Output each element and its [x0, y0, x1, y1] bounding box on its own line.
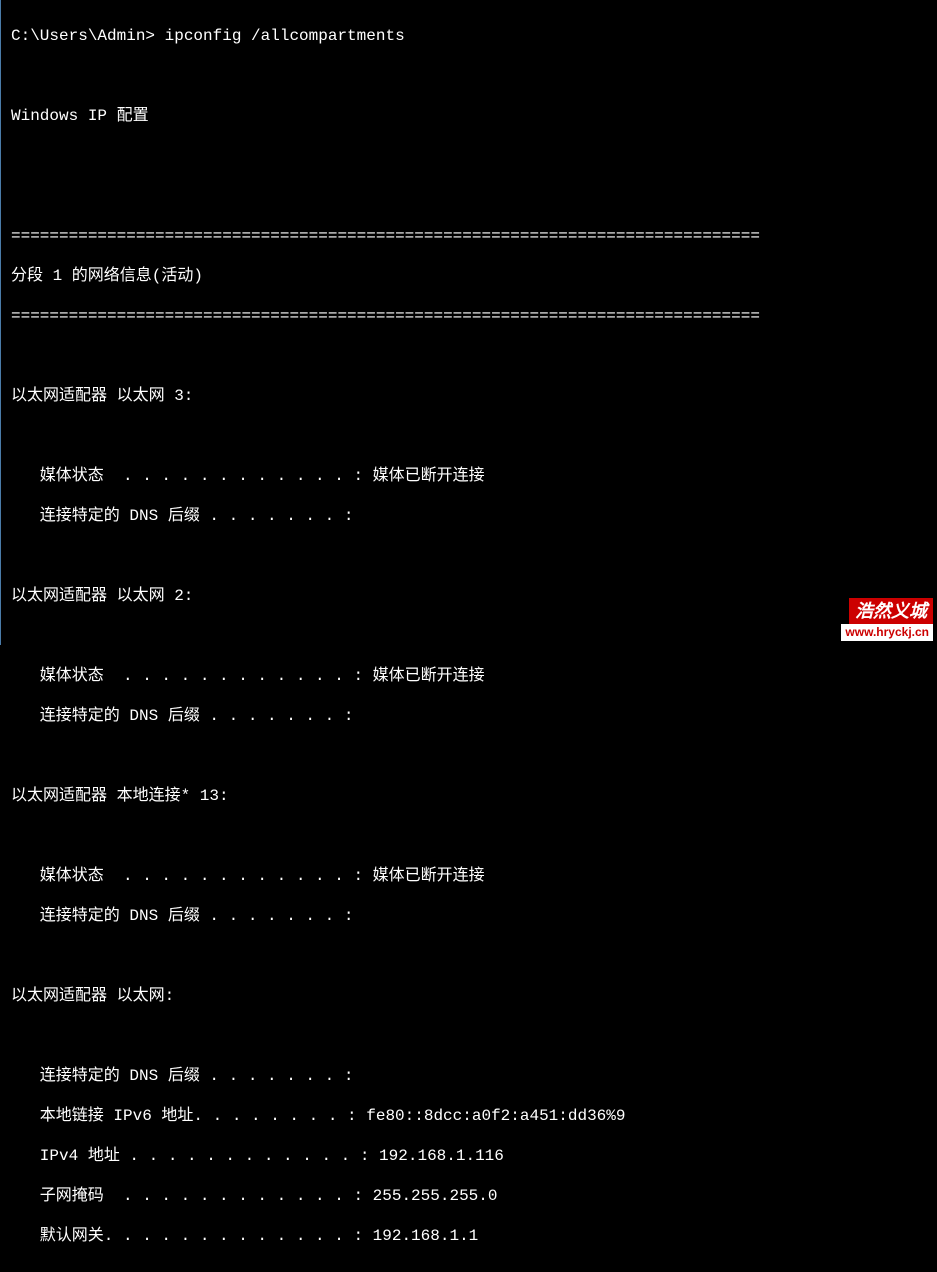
- adapter-property: 媒体状态 . . . . . . . . . . . . : 媒体已断开连接: [11, 666, 927, 686]
- terminal-output[interactable]: C:\Users\Admin> ipconfig /allcompartment…: [1, 0, 937, 1272]
- blank-line: [11, 346, 927, 366]
- blank-line: [11, 1026, 927, 1046]
- adapter-property: 连接特定的 DNS 后缀 . . . . . . . :: [11, 906, 927, 926]
- adapter-property: 连接特定的 DNS 后缀 . . . . . . . :: [11, 706, 927, 726]
- divider-line: ========================================…: [11, 226, 927, 246]
- watermark-url: www.hryckj.cn: [841, 624, 933, 641]
- blank-line: [11, 186, 927, 206]
- compartment-title: 分段 1 的网络信息(活动): [11, 266, 927, 286]
- blank-line: [11, 746, 927, 766]
- blank-line: [11, 626, 927, 646]
- adapter-property: 本地链接 IPv6 地址. . . . . . . . : fe80::8dcc…: [11, 1106, 927, 1126]
- adapter-title: 以太网适配器 以太网 3:: [11, 386, 927, 406]
- blank-line: [11, 826, 927, 846]
- adapter-property: 默认网关. . . . . . . . . . . . . : 192.168.…: [11, 1226, 927, 1246]
- adapter-property: 媒体状态 . . . . . . . . . . . . : 媒体已断开连接: [11, 866, 927, 886]
- divider-line: ========================================…: [11, 306, 927, 326]
- adapter-property: IPv4 地址 . . . . . . . . . . . . : 192.16…: [11, 1146, 927, 1166]
- blank-line: [11, 146, 927, 166]
- adapter-title: 以太网适配器 以太网 2:: [11, 586, 927, 606]
- blank-line: [11, 426, 927, 446]
- prompt-line: C:\Users\Admin> ipconfig /allcompartment…: [11, 26, 927, 46]
- adapter-property: 子网掩码 . . . . . . . . . . . . : 255.255.2…: [11, 1186, 927, 1206]
- blank-line: [11, 66, 927, 86]
- blank-line: [11, 946, 927, 966]
- adapter-title: 以太网适配器 本地连接* 13:: [11, 786, 927, 806]
- prompt: C:\Users\Admin>: [11, 27, 165, 45]
- command: ipconfig /allcompartments: [165, 27, 405, 45]
- ip-config-header: Windows IP 配置: [11, 106, 927, 126]
- adapter-title: 以太网适配器 以太网:: [11, 986, 927, 1006]
- adapter-property: 连接特定的 DNS 后缀 . . . . . . . :: [11, 506, 927, 526]
- watermark-logo: 浩然义城: [849, 598, 933, 625]
- blank-line: [11, 546, 927, 566]
- adapter-property: 连接特定的 DNS 后缀 . . . . . . . :: [11, 1066, 927, 1086]
- adapter-property: 媒体状态 . . . . . . . . . . . . : 媒体已断开连接: [11, 466, 927, 486]
- watermark: 浩然义城 www.hryckj.cn: [841, 598, 933, 642]
